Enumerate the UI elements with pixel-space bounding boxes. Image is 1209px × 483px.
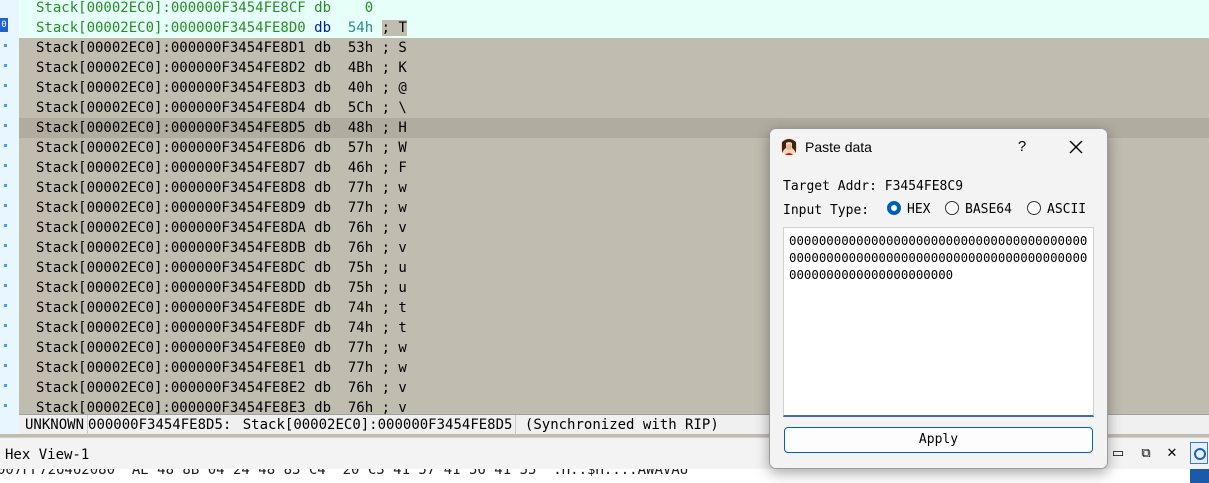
close-button[interactable] [1064,135,1088,159]
comment-text: T [390,20,407,36]
radio-base64[interactable]: BASE64 [945,201,1012,219]
target-addr-value: F3454FE8C9 [884,179,964,194]
disasm-line[interactable]: Stack[00002EC0]:000000F3454FE8CF db 0 [19,0,1209,18]
gutter: 0 [0,0,19,414]
gutter-dot [4,404,7,407]
line-value: 54h [347,20,374,36]
dialog-title: Paste data [805,139,872,155]
gutter-dot [4,364,7,367]
gutter-dot [4,284,7,287]
gutter-dot [4,44,7,47]
paste-data-dialog: Paste data ? Target Addr: F3454FE8C9 Inp… [769,128,1108,469]
disasm-line[interactable]: Stack[00002EC0]:000000F3454FE8D4 db 5Ch … [19,98,1209,118]
gutter-dot [4,124,7,127]
radio-circle [945,201,959,215]
dialog-body: Target Addr: F3454FE8C9 Input Type: HEX … [770,165,1107,468]
radio-circle [887,201,901,215]
radio-ascii-label: ASCII [1047,202,1087,217]
radio-hex[interactable]: HEX [887,201,930,219]
ida-icon [780,138,798,156]
gutter-dot [4,204,7,207]
side-panel-icon[interactable] [1190,442,1208,464]
disasm-line[interactable]: Stack[00002EC0]:000000F3454FE8D2 db 4Bh … [19,58,1209,78]
gutter-dot [4,144,7,147]
apply-button[interactable]: Apply [784,427,1093,453]
gutter-dot [4,64,7,67]
gutter-marker: 0 [0,18,8,32]
radio-base64-label: BASE64 [965,202,1012,217]
line-address: Stack[00002EC0]:000000F3454FE8D0 [36,20,306,36]
status-location: Stack[00002EC0]:000000F3454FE8D5 [240,415,517,435]
gutter-dot [4,184,7,187]
data-textarea[interactable]: 0000000000000000000000000000000000000000… [783,227,1094,417]
help-button[interactable]: ? [1010,135,1034,159]
hex-scroll-marker [1190,469,1209,483]
radio-hex-label: HEX [907,202,931,217]
comment-sep: ; [381,20,391,36]
close-icon[interactable]: ✕ [1162,444,1182,464]
gutter-dot [4,264,7,267]
target-addr-label: Target Addr: [783,179,877,194]
gutter-dot [4,324,7,327]
dialog-titlebar[interactable]: Paste data ? [770,129,1107,165]
gutter-dot [4,84,7,87]
status-sync: (Synchronized with RIP) [524,417,719,433]
radio-ascii[interactable]: ASCII [1027,201,1086,219]
disasm-line[interactable]: Stack[00002EC0]:000000F3454FE8D3 db 40h … [19,78,1209,98]
status-address: 000000F3454FE8D5: [88,417,232,433]
disasm-line-selected[interactable]: Stack[00002EC0]:000000F3454FE8D0 db 54h … [19,18,1209,38]
line-comment: ; T [381,20,407,36]
gutter-dot [4,164,7,167]
line-directive: db [314,20,332,36]
hex-view-title[interactable]: Hex View-1 [5,447,89,463]
gutter-dot [4,224,7,227]
status-type: UNKNOWN [22,415,89,435]
gutter-dot [4,104,7,107]
app-window: 0 Stack[00002EC0]:000000F3454FE8CF db 0 … [0,0,1209,483]
hex-row-text: 007FF726462080 AE 48 8B 04 24 48 83 C4 2… [0,469,689,478]
gutter-dot [4,304,7,307]
gutter-dot [4,344,7,347]
input-type-label: Input Type: [783,203,870,218]
gutter-dot [4,384,7,387]
close-icon [1069,140,1083,154]
gutter-footer [0,414,19,434]
disasm-line[interactable]: Stack[00002EC0]:000000F3454FE8D1 db 53h … [19,38,1209,58]
hex-row[interactable]: 007FF726462080 AE 48 8B 04 24 48 83 C4 2… [0,469,1209,483]
target-addr: Target Addr: F3454FE8C9 [783,179,963,194]
tile-icon[interactable]: ⧉ [1136,444,1156,464]
radio-circle [1027,201,1041,215]
gutter-dot [4,244,7,247]
restore-icon[interactable]: ▭ [1108,444,1128,464]
